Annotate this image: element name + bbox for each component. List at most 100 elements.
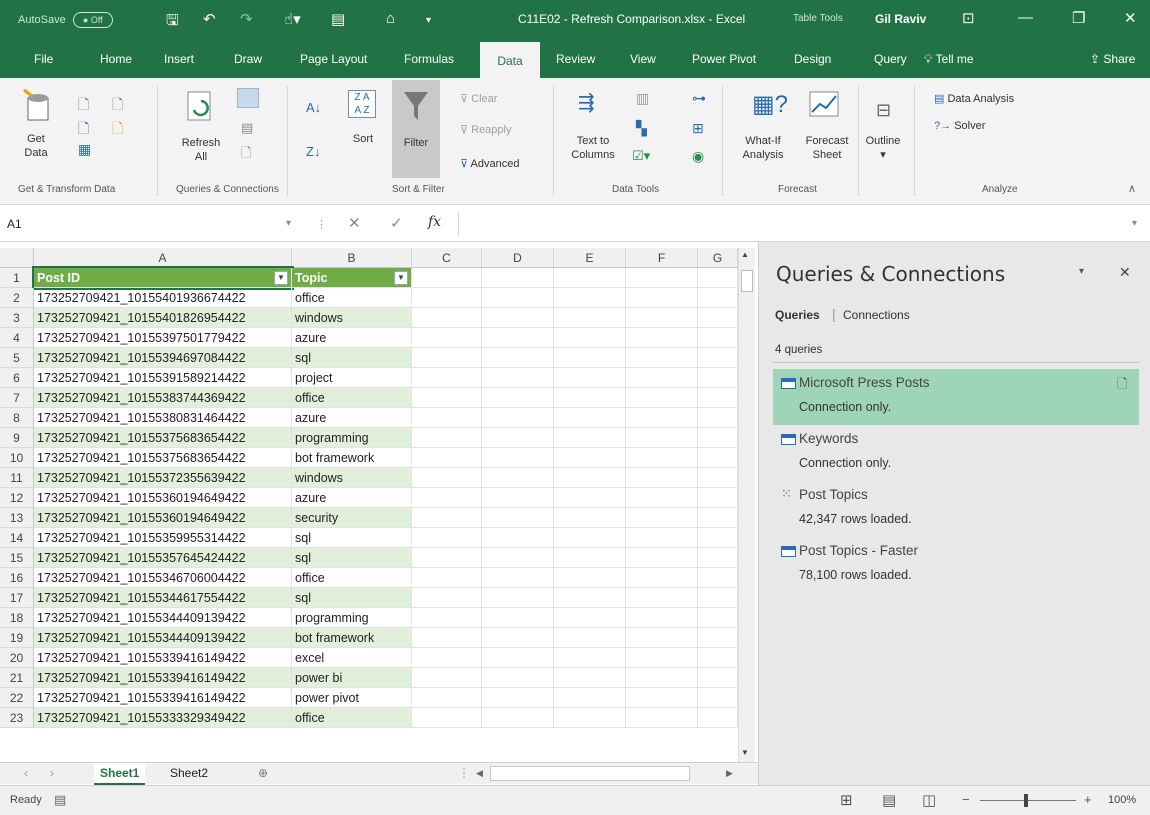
row-header[interactable]: 23 (0, 708, 34, 728)
row-header[interactable]: 18 (0, 608, 34, 628)
prev-sheet-icon[interactable]: ‹ (18, 763, 34, 785)
tab-home[interactable]: Home (92, 42, 140, 78)
clear-button[interactable]: ⊽ Clear (460, 92, 497, 105)
column-header-g[interactable]: G (698, 248, 738, 268)
grid-cell[interactable] (482, 648, 554, 668)
new-sheet-icon[interactable]: ⊕ (252, 763, 274, 785)
grid-cell[interactable] (554, 448, 626, 468)
from-web-icon[interactable]: 🗋 (78, 118, 89, 142)
refresh-query-icon[interactable]: 🗋 (1117, 375, 1127, 397)
filter-dropdown-icon[interactable]: ▼ (274, 271, 288, 285)
tell-me-search[interactable]: 💡︎ Tell me (916, 42, 982, 78)
grid-cell[interactable] (698, 288, 738, 308)
grid-cell[interactable] (482, 308, 554, 328)
grid-cell[interactable] (482, 468, 554, 488)
grid-cell[interactable] (412, 288, 482, 308)
grid-cell[interactable] (412, 468, 482, 488)
query-item-post-topics[interactable]: ⁙ Post Topics 42,347 rows loaded. (773, 481, 1139, 537)
grid-cell[interactable] (554, 528, 626, 548)
scroll-down-icon[interactable]: ▼ (741, 748, 749, 757)
filter-button[interactable]: Filter (392, 80, 440, 178)
next-sheet-icon[interactable]: › (44, 763, 60, 785)
post-id-cell[interactable]: 173252709421_10155357645424422 (34, 548, 292, 568)
grid-cell[interactable] (482, 708, 554, 728)
data-analysis-button[interactable]: ▤ Data Analysis (934, 92, 1014, 105)
grid-cell[interactable] (554, 288, 626, 308)
grid-cell[interactable] (626, 308, 698, 328)
outline-button[interactable]: Outline ▾ (862, 134, 904, 162)
tab-draw[interactable]: Draw (226, 42, 270, 78)
column-header-c[interactable]: C (412, 248, 482, 268)
grid-cell[interactable] (626, 268, 698, 288)
tab-design[interactable]: Design (786, 42, 839, 78)
row-header[interactable]: 3 (0, 308, 34, 328)
table-header-cell[interactable]: Topic ▼ (292, 268, 412, 288)
reapply-button[interactable]: ⊽ Reapply (460, 123, 511, 136)
grid-cell[interactable] (626, 628, 698, 648)
normal-view-icon[interactable]: ⊞ (840, 791, 853, 809)
topic-cell[interactable]: programming (292, 428, 412, 448)
sort-a-z-icon[interactable]: A↓ (306, 100, 321, 115)
grid-cell[interactable] (626, 588, 698, 608)
row-header[interactable]: 19 (0, 628, 34, 648)
grid-cell[interactable] (482, 668, 554, 688)
grid-cell[interactable] (626, 668, 698, 688)
recent-sources-icon[interactable]: 🗋 (112, 94, 123, 118)
grid-cell[interactable] (412, 328, 482, 348)
get-data-button[interactable]: Get Data (16, 132, 56, 160)
filter-dropdown-icon[interactable]: ▼ (394, 271, 408, 285)
form-icon[interactable]: ▤ (331, 10, 345, 28)
name-box[interactable]: A1 (4, 212, 296, 236)
forecast-sheet-button[interactable]: Forecast Sheet (800, 134, 854, 162)
topic-cell[interactable]: azure (292, 408, 412, 428)
autosave-toggle[interactable]: AutoSave ● Off (18, 12, 113, 28)
pane-options-icon[interactable]: ▾ (1079, 266, 1084, 277)
column-header-b[interactable]: B (292, 248, 412, 268)
zoom-slider[interactable] (980, 800, 1076, 801)
minimize-icon[interactable]: — (1018, 9, 1033, 26)
grid-cell[interactable] (554, 628, 626, 648)
manage-data-model-icon[interactable]: ◉ (692, 148, 704, 165)
select-all-corner[interactable] (0, 248, 34, 268)
grid-cell[interactable] (626, 388, 698, 408)
grid-cell[interactable] (412, 608, 482, 628)
grid-cell[interactable] (412, 508, 482, 528)
row-header[interactable]: 21 (0, 668, 34, 688)
sheet-tab-sheet2[interactable]: Sheet2 (164, 763, 214, 785)
grid-cell[interactable] (698, 608, 738, 628)
pane-close-icon[interactable]: ✕ (1119, 264, 1131, 281)
zoom-out-icon[interactable]: − (962, 792, 970, 807)
row-header[interactable]: 12 (0, 488, 34, 508)
grid-cell[interactable] (698, 628, 738, 648)
topic-cell[interactable]: office (292, 708, 412, 728)
row-header[interactable]: 8 (0, 408, 34, 428)
row-header[interactable]: 9 (0, 428, 34, 448)
grid-cell[interactable] (482, 388, 554, 408)
post-id-cell[interactable]: 173252709421_10155344617554422 (34, 588, 292, 608)
grid-cell[interactable] (698, 648, 738, 668)
user-name[interactable]: Gil Raviv (875, 12, 926, 26)
grid-cell[interactable] (482, 608, 554, 628)
post-id-cell[interactable]: 173252709421_10155344409139422 (34, 628, 292, 648)
grid-cell[interactable] (412, 348, 482, 368)
grid-cell[interactable] (698, 388, 738, 408)
tab-view[interactable]: View (622, 42, 664, 78)
grid-cell[interactable] (482, 488, 554, 508)
topic-cell[interactable]: windows (292, 468, 412, 488)
share-button[interactable]: ⇪ Share (1082, 42, 1143, 78)
post-id-cell[interactable]: 173252709421_10155375683654422 (34, 448, 292, 468)
grid-cell[interactable] (412, 268, 482, 288)
grid-cell[interactable] (626, 408, 698, 428)
existing-connections-icon[interactable]: 🗋 (112, 118, 123, 142)
post-id-cell[interactable]: 173252709421_10155360194649422 (34, 508, 292, 528)
grid-cell[interactable] (412, 688, 482, 708)
grid-cell[interactable] (698, 328, 738, 348)
grid-cell[interactable] (482, 688, 554, 708)
row-header[interactable]: 2 (0, 288, 34, 308)
post-id-cell[interactable]: 173252709421_10155339416149422 (34, 648, 292, 668)
properties-icon[interactable]: ▤ (241, 120, 253, 136)
grid-cell[interactable] (482, 428, 554, 448)
grid-cell[interactable] (698, 468, 738, 488)
post-id-cell[interactable]: 173252709421_10155339416149422 (34, 688, 292, 708)
vertical-scrollbar[interactable]: ▲ ▼ (738, 248, 755, 762)
